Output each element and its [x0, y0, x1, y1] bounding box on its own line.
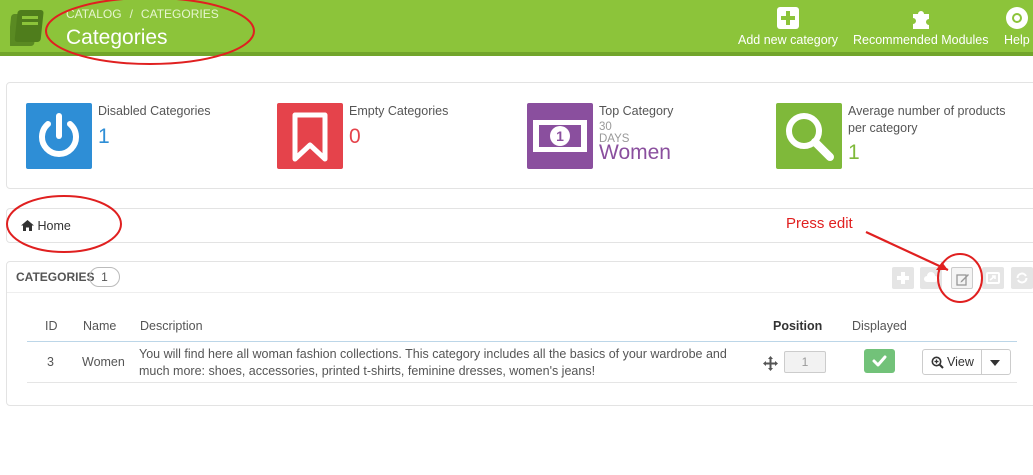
edit-highlight-ellipse — [937, 253, 983, 303]
annotation-press-edit: Press edit — [786, 215, 853, 232]
home-highlight-ellipse — [6, 195, 122, 253]
title-highlight-ellipse — [45, 0, 255, 65]
annotation-arrow-line — [865, 231, 949, 271]
annotation-overlay — [6, 0, 983, 303]
